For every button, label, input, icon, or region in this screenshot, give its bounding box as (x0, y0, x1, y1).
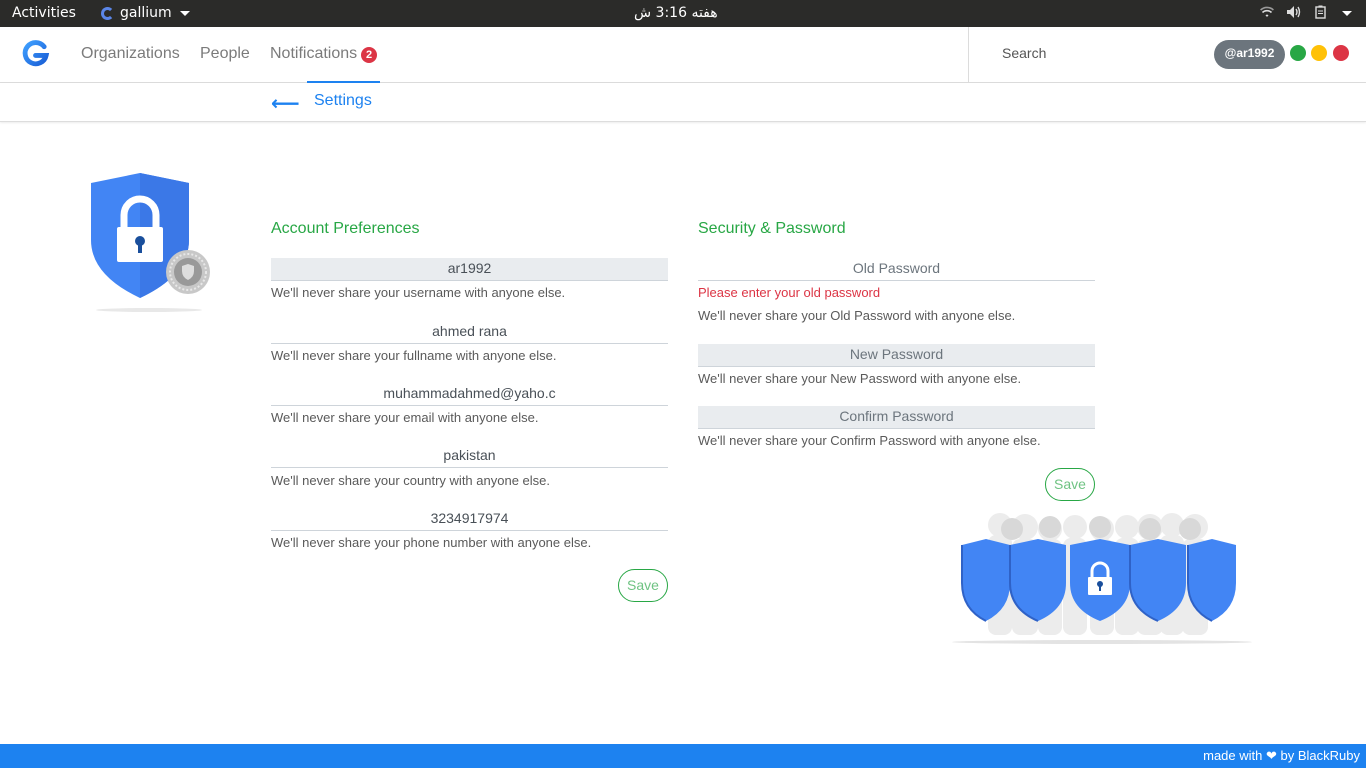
tab-settings[interactable]: Settings (307, 81, 380, 121)
phone-field[interactable]: 3234917974 (271, 508, 668, 531)
email-field[interactable]: muhammadahmed@yaho.c (271, 383, 668, 406)
security-password-title: Security & Password (698, 220, 846, 237)
activities-button[interactable]: Activities (12, 5, 76, 21)
gallium-app-icon (101, 6, 114, 20)
old-password-field[interactable]: Old Password (698, 258, 1095, 281)
user-handle-badge[interactable]: @ar1992 (1214, 40, 1285, 69)
app-menu[interactable]: gallium (101, 5, 190, 21)
footer-suffix: by BlackRuby (1280, 748, 1360, 763)
chevron-down-icon (179, 10, 190, 16)
footer-bar: made with ❤ by BlackRuby (0, 744, 1366, 768)
team-shields-illustration (952, 513, 1252, 644)
footer-credit: made with ❤ by BlackRuby (1203, 748, 1360, 764)
nav-notifications[interactable]: Notifications (270, 45, 357, 63)
app-name: gallium (120, 5, 172, 21)
maximize-button[interactable] (1290, 45, 1306, 61)
heart-icon: ❤ (1265, 748, 1277, 763)
old-password-hint: We'll never share your Old Password with… (698, 308, 1016, 323)
header-divider (968, 27, 969, 83)
system-menu-chevron-icon (1342, 11, 1352, 16)
wifi-icon (1260, 5, 1274, 22)
country-field[interactable]: pakistan (271, 445, 668, 468)
new-password-hint: We'll never share your New Password with… (698, 371, 1022, 386)
confirm-password-field[interactable]: Confirm Password (698, 406, 1095, 429)
old-password-error: Please enter your old password (698, 285, 881, 300)
system-top-bar: Activities gallium هفته 3:16 ش (0, 0, 1366, 27)
settings-subnav: ⟵ Settings (0, 81, 1366, 122)
nav-people[interactable]: People (200, 45, 250, 63)
search-input[interactable]: Search (1002, 45, 1046, 61)
minimize-button[interactable] (1311, 45, 1327, 61)
security-save-button[interactable]: Save (1045, 468, 1095, 501)
account-save-button[interactable]: Save (618, 569, 668, 602)
account-preferences-title: Account Preferences (271, 220, 420, 237)
system-tray[interactable] (1260, 5, 1352, 22)
email-hint: We'll never share your email with anyone… (271, 410, 539, 425)
nav-organizations[interactable]: Organizations (81, 45, 180, 63)
back-arrow-icon[interactable]: ⟵ (271, 91, 300, 116)
username-field[interactable]: ar1992 (271, 258, 668, 281)
fullname-field[interactable]: ahmed rana (271, 321, 668, 344)
country-hint: We'll never share your country with anyo… (271, 473, 550, 488)
fullname-hint: We'll never share your fullname with any… (271, 348, 557, 363)
notification-count-badge: 2 (361, 47, 377, 63)
system-clock[interactable]: هفته 3:16 ش (634, 5, 718, 21)
shield-lock-illustration (91, 173, 210, 312)
footer-prefix: made with (1203, 748, 1263, 763)
app-header: Organizations People Notifications 2 Sea… (0, 27, 1366, 83)
volume-icon (1286, 5, 1302, 22)
confirm-password-hint: We'll never share your Confirm Password … (698, 433, 1041, 448)
tab-settings-label: Settings (314, 92, 372, 109)
phone-hint: We'll never share your phone number with… (271, 535, 592, 550)
gallium-logo-icon[interactable] (21, 39, 50, 68)
username-hint: We'll never share your username with any… (271, 285, 566, 300)
new-password-field[interactable]: New Password (698, 344, 1095, 367)
battery-icon (1314, 5, 1328, 22)
close-button[interactable] (1333, 45, 1349, 61)
